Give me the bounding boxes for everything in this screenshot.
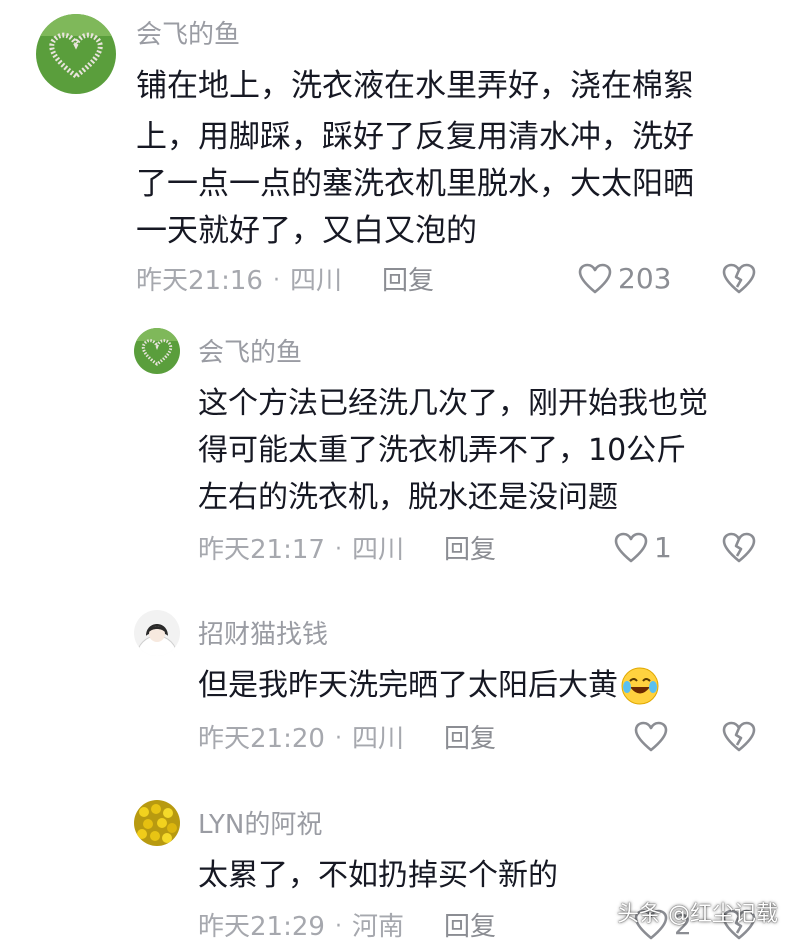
reply-comment-2: 招财猫找钱 但是我昨天洗完晒了太阳后大黄 昨天21:20 · 四川 回复 — [0, 600, 800, 780]
broken-heart-icon — [722, 721, 756, 752]
comment-meta: 昨天21:29 · 河南 回复 — [198, 914, 496, 940]
comment-line: 但是我昨天洗完晒了太阳后大黄 — [198, 668, 618, 703]
avatar-heart-field-image — [36, 14, 116, 94]
avatar[interactable] — [134, 800, 180, 846]
comment-line: 太累了，不如扔掉买个新的 — [198, 858, 558, 893]
reply-button[interactable]: 回复 — [444, 914, 496, 940]
dislike-button[interactable] — [722, 532, 756, 568]
comment-author[interactable]: 会飞的鱼 — [136, 22, 240, 48]
like-button[interactable]: 203 — [578, 263, 671, 295]
comment-location: 四川 — [351, 724, 404, 754]
heart-outline-icon — [634, 721, 668, 752]
comment-line: 这个方法已经洗几次了，刚开始我也觉 — [198, 386, 708, 421]
avatar[interactable] — [36, 14, 116, 94]
comment-time: 昨天21:16 — [136, 266, 263, 296]
comment-location: 四川 — [289, 266, 342, 296]
broken-heart-icon — [722, 532, 756, 563]
like-count: 1 — [654, 531, 672, 564]
heart-outline-icon — [614, 532, 648, 563]
heart-outline-icon — [578, 263, 612, 294]
avatar-heart-field-image — [134, 328, 180, 374]
separator-dot: · — [334, 726, 342, 751]
laughing-tears-emoji-icon — [621, 667, 659, 705]
comment-line: 得可能太重了洗衣机弄不了，10公斤 — [198, 433, 687, 468]
comment-location: 四川 — [351, 535, 404, 565]
comment-meta: 昨天21:17 · 四川 回复 — [198, 537, 496, 563]
comment-time: 昨天21:20 — [198, 724, 325, 754]
comment-author[interactable]: 会飞的鱼 — [198, 340, 302, 366]
reply-button[interactable]: 回复 — [444, 537, 496, 563]
dislike-button[interactable] — [722, 263, 756, 299]
comment-time: 昨天21:29 — [198, 912, 325, 942]
reply-button[interactable]: 回复 — [444, 726, 496, 752]
comment-time: 昨天21:17 — [198, 535, 325, 565]
like-button[interactable] — [634, 721, 674, 753]
avatar[interactable] — [134, 328, 180, 374]
reply-comment-1: 会飞的鱼 这个方法已经洗几次了，刚开始我也觉 得可能太重了洗衣机弄不了，10公斤… — [0, 310, 800, 580]
separator-dot: · — [334, 537, 342, 562]
comment-location: 河南 — [351, 912, 404, 942]
reply-button[interactable]: 回复 — [382, 268, 434, 294]
like-button[interactable]: 1 — [614, 532, 672, 564]
comment-meta: 昨天21:20 · 四川 回复 — [198, 726, 496, 752]
comment-line: 一天就好了，又白又泡的 — [136, 213, 477, 249]
comment-meta: 昨天21:16 · 四川 回复 — [136, 268, 434, 294]
separator-dot: · — [272, 268, 280, 293]
broken-heart-icon — [722, 263, 756, 294]
comment-author[interactable]: 招财猫找钱 — [198, 622, 328, 648]
comment-line: 上，用脚踩，踩好了反复用清水冲，洗好 — [136, 119, 694, 155]
comment-line-with-emoji: 但是我昨天洗完晒了太阳后大黄 — [198, 666, 660, 706]
like-count: 203 — [618, 262, 672, 295]
comment-line: 了一点一点的塞洗衣机里脱水，大太阳晒 — [136, 166, 694, 202]
avatar[interactable] — [134, 610, 180, 656]
avatar-yellow-flowers-image — [134, 800, 180, 846]
dislike-button[interactable] — [722, 721, 756, 757]
separator-dot: · — [334, 914, 342, 939]
comment-line: 铺在地上，洗衣液在水里弄好，浇在棉絮 — [136, 68, 694, 104]
avatar-girl-sketch-image — [134, 610, 180, 656]
comment-line: 左右的洗衣机，脱水还是没问题 — [198, 480, 618, 515]
comment-author[interactable]: LYN的阿祝 — [198, 812, 322, 838]
source-watermark: 头条 @红尘记载 — [617, 902, 778, 927]
comment-1: 会飞的鱼 铺在地上，洗衣液在水里弄好，浇在棉絮 上，用脚踩，踩好了反复用清水冲，… — [0, 0, 800, 310]
